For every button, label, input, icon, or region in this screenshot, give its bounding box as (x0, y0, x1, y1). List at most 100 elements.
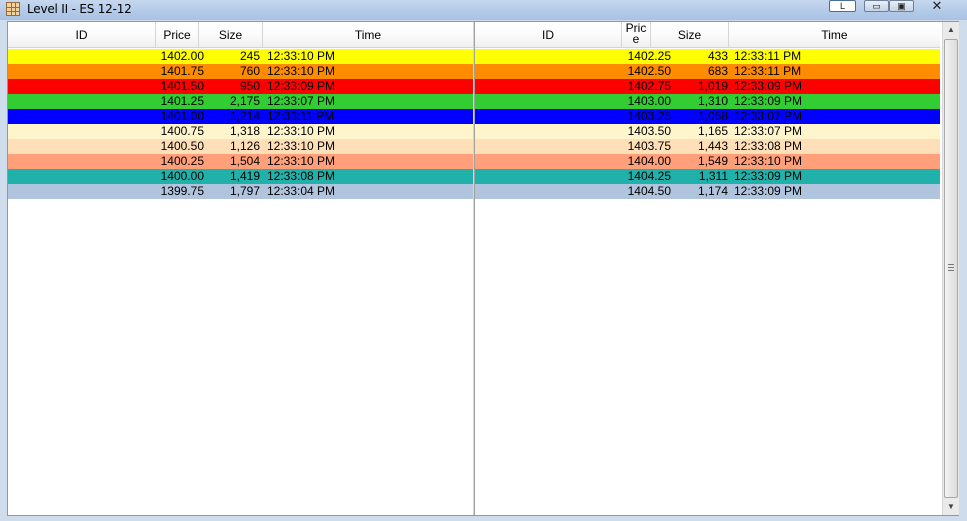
row-id-cell (475, 79, 622, 94)
table-row[interactable]: 1402.00 245 12:33:10 PM (8, 49, 473, 64)
row-price-cell: 1403.25 (627, 109, 671, 123)
ask-header-time[interactable]: Time (729, 22, 940, 47)
row-time-cell: 12:33:09 PM (734, 79, 803, 93)
row-size-cell: 1,549 (697, 154, 728, 168)
ask-header-id[interactable]: ID (475, 22, 622, 47)
table-row[interactable]: 1401.25 2,175 12:33:07 PM (8, 94, 473, 109)
row-price-cell: 1401.00 (160, 109, 204, 123)
table-row[interactable]: 1403.75 1,443 12:33:08 PM (475, 139, 940, 154)
row-time-cell: 12:33:09 PM (734, 184, 803, 198)
ask-rows: 1402.25 433 12:33:11 PM 1402.50 683 12:33:11 … (475, 49, 940, 199)
row-size-cell: 1,058 (697, 109, 728, 123)
row-size-cell: 1,126 (229, 139, 260, 153)
row-id-cell (8, 49, 156, 64)
row-price-cell: 1403.50 (627, 124, 671, 138)
table-row[interactable]: 1400.75 1,318 12:33:10 PM (8, 124, 473, 139)
table-row[interactable]: 1400.25 1,504 12:33:10 PM (8, 154, 473, 169)
vertical-scrollbar[interactable]: ▲ ▼ (942, 22, 959, 515)
bid-rows: 1402.00 245 12:33:10 PM 1401.75 760 12:33:10 … (8, 49, 473, 199)
table-row[interactable]: 1399.75 1,797 12:33:04 PM (8, 184, 473, 199)
table-row[interactable]: 1403.25 1,058 12:33:07 PM (475, 109, 940, 124)
row-size-cell: 245 (239, 49, 260, 63)
minimize-button[interactable]: ▭ (864, 0, 889, 12)
table-row[interactable]: 1402.75 1,019 12:33:09 PM (475, 79, 940, 94)
row-price-cell: 1403.00 (627, 94, 671, 108)
row-price-cell: 1404.25 (627, 169, 671, 183)
maximize-button[interactable]: ▣ (889, 0, 914, 12)
table-row[interactable]: 1404.50 1,174 12:33:09 PM (475, 184, 940, 199)
row-time-cell: 12:33:10 PM (267, 154, 336, 168)
bid-header-price[interactable]: Price (156, 22, 199, 47)
row-size-cell: 1,419 (229, 169, 260, 183)
l-button[interactable]: L (829, 0, 856, 12)
row-price-cell: 1400.25 (160, 154, 204, 168)
bid-pane: ID Price Size Time 1402.00 245 12:33:10 PM… (8, 22, 473, 515)
ask-header-price[interactable]: Pric e (622, 22, 651, 47)
level-two-client: ID Price Size Time 1402.00 245 12:33:10 PM… (7, 21, 959, 516)
row-price-cell: 1401.50 (160, 79, 204, 93)
row-price-cell: 1403.75 (627, 139, 671, 153)
row-id-cell (8, 184, 156, 199)
table-row[interactable]: 1400.50 1,126 12:33:10 PM (8, 139, 473, 154)
table-row[interactable]: 1401.50 950 12:33:09 PM (8, 79, 473, 94)
table-row[interactable]: 1404.00 1,549 12:33:10 PM (475, 154, 940, 169)
row-id-cell (475, 154, 622, 169)
row-id-cell (475, 139, 622, 154)
row-size-cell: 1,310 (697, 94, 728, 108)
bid-header-row: ID Price Size Time (8, 22, 473, 48)
scroll-up-arrow-icon[interactable]: ▲ (943, 22, 959, 38)
row-time-cell: 12:33:07 PM (734, 109, 803, 123)
row-time-cell: 12:33:09 PM (267, 79, 336, 93)
title-bar: Level II - ES 12-12 L ▭ ▣ ✕ (0, 0, 967, 20)
row-size-cell: 433 (707, 49, 728, 63)
grid-app-icon (6, 2, 20, 16)
scrollbar-thumb[interactable] (944, 39, 958, 498)
row-id-cell (8, 79, 156, 94)
row-time-cell: 12:33:10 PM (267, 124, 336, 138)
bid-header-id[interactable]: ID (8, 22, 156, 47)
row-id-cell (8, 154, 156, 169)
row-id-cell (8, 139, 156, 154)
table-row[interactable]: 1400.00 1,419 12:33:08 PM (8, 169, 473, 184)
ask-header-size[interactable]: Size (651, 22, 729, 47)
table-row[interactable]: 1402.25 433 12:33:11 PM (475, 49, 940, 64)
close-button[interactable]: ✕ (914, 0, 960, 12)
scroll-down-arrow-icon[interactable]: ▼ (943, 499, 959, 515)
row-time-cell: 12:33:11 PM (267, 109, 335, 123)
table-row[interactable]: 1403.50 1,165 12:33:07 PM (475, 124, 940, 139)
bid-header-size[interactable]: Size (199, 22, 263, 47)
ask-header-row: ID Pric e Size Time (475, 22, 940, 48)
row-time-cell: 12:33:09 PM (734, 169, 803, 183)
row-size-cell: 1,443 (697, 139, 728, 153)
row-time-cell: 12:33:04 PM (267, 184, 336, 198)
row-size-cell: 2,175 (229, 94, 260, 108)
row-size-cell: 950 (239, 79, 260, 93)
row-price-cell: 1399.75 (160, 184, 204, 198)
row-id-cell (8, 124, 156, 139)
table-row[interactable]: 1401.00 1,214 12:33:11 PM (8, 109, 473, 124)
table-row[interactable]: 1402.50 683 12:33:11 PM (475, 64, 940, 79)
bid-header-time[interactable]: Time (263, 22, 473, 47)
window-title: Level II - ES 12-12 (27, 2, 132, 16)
row-price-cell: 1404.00 (627, 154, 671, 168)
row-size-cell: 1,019 (697, 79, 728, 93)
row-time-cell: 12:33:10 PM (267, 139, 336, 153)
table-row[interactable]: 1401.75 760 12:33:10 PM (8, 64, 473, 79)
row-id-cell (475, 49, 622, 64)
row-size-cell: 1,214 (229, 109, 260, 123)
row-time-cell: 12:33:11 PM (734, 64, 802, 78)
ask-pane: ID Pric e Size Time 1402.25 433 12:33:11 P… (475, 22, 940, 515)
row-price-cell: 1402.75 (627, 79, 671, 93)
row-size-cell: 1,504 (229, 154, 260, 168)
row-size-cell: 683 (707, 64, 728, 78)
table-row[interactable]: 1404.25 1,311 12:33:09 PM (475, 169, 940, 184)
row-id-cell (8, 169, 156, 184)
table-row[interactable]: 1403.00 1,310 12:33:09 PM (475, 94, 940, 109)
row-price-cell: 1404.50 (627, 184, 671, 198)
row-id-cell (475, 169, 622, 184)
row-size-cell: 1,174 (697, 184, 728, 198)
row-time-cell: 12:33:10 PM (267, 49, 336, 63)
scrollbar-grip-icon (948, 264, 954, 271)
row-id-cell (475, 109, 622, 124)
row-size-cell: 1,797 (229, 184, 260, 198)
